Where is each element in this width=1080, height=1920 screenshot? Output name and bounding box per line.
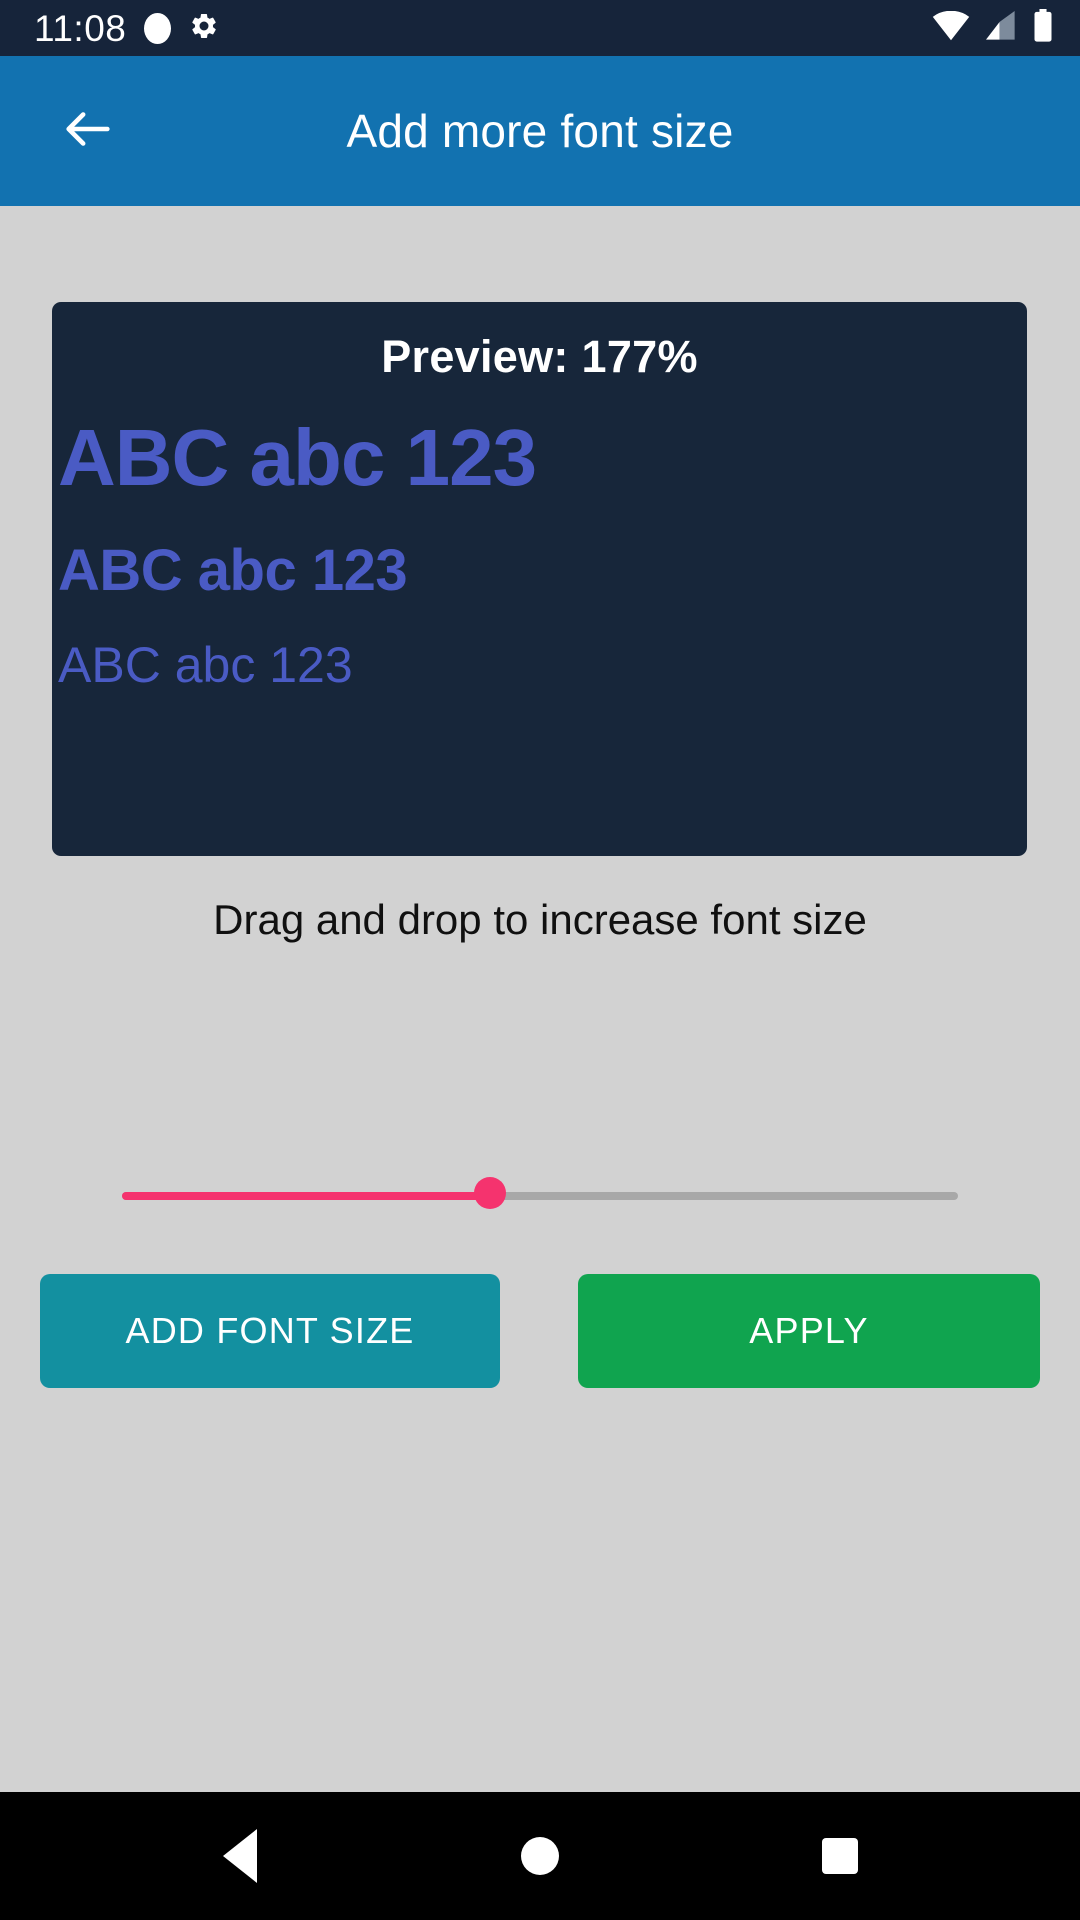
- main-content: Preview: 177% ABC abc 123 ABC abc 123 AB…: [0, 206, 1080, 1792]
- circle-home-icon: [521, 1837, 559, 1875]
- slider-hint-text: Drag and drop to increase font size: [213, 896, 867, 943]
- apply-button[interactable]: APPLY: [578, 1274, 1040, 1388]
- phone-screen: 11:08 Add more font size Preview: 177% A…: [0, 0, 1080, 1920]
- system-nav-bar: [0, 1792, 1080, 1920]
- status-bar-left: 11:08: [34, 10, 219, 47]
- square-recents-icon: [822, 1838, 858, 1874]
- preview-title: Preview: 177%: [381, 331, 698, 382]
- preview-card: Preview: 177% ABC abc 123 ABC abc 123 AB…: [52, 302, 1027, 856]
- preview-sample-large: ABC abc 123: [58, 418, 537, 498]
- arrow-left-icon: [59, 100, 117, 163]
- cellular-signal-icon: [984, 10, 1018, 46]
- battery-icon: [1032, 8, 1054, 48]
- page-title: Add more font size: [346, 105, 734, 157]
- add-font-size-button[interactable]: ADD FONT SIZE: [40, 1274, 500, 1388]
- wifi-icon: [932, 10, 970, 46]
- status-bar-clock: 11:08: [34, 7, 127, 49]
- nav-recents-button[interactable]: [780, 1811, 900, 1901]
- gear-icon: [189, 11, 219, 46]
- action-button-row: ADD FONT SIZE APPLY: [0, 1274, 1080, 1388]
- slider-fill: [122, 1192, 490, 1200]
- status-bar: 11:08: [0, 0, 1080, 56]
- preview-sample-small: ABC abc 123: [58, 640, 353, 690]
- app-bar: Add more font size: [0, 56, 1080, 206]
- font-size-slider[interactable]: [122, 1177, 958, 1209]
- nav-home-button[interactable]: [480, 1811, 600, 1901]
- preview-sample-list: ABC abc 123 ABC abc 123 ABC abc 123: [52, 418, 1027, 690]
- preview-sample-medium: ABC abc 123: [58, 542, 408, 600]
- triangle-back-icon: [223, 1829, 257, 1883]
- nav-back-button[interactable]: [180, 1811, 300, 1901]
- back-button[interactable]: [52, 95, 124, 167]
- status-bar-right: [932, 8, 1054, 48]
- circle-indicator-icon: [144, 12, 172, 44]
- slider-thumb[interactable]: [473, 1177, 506, 1209]
